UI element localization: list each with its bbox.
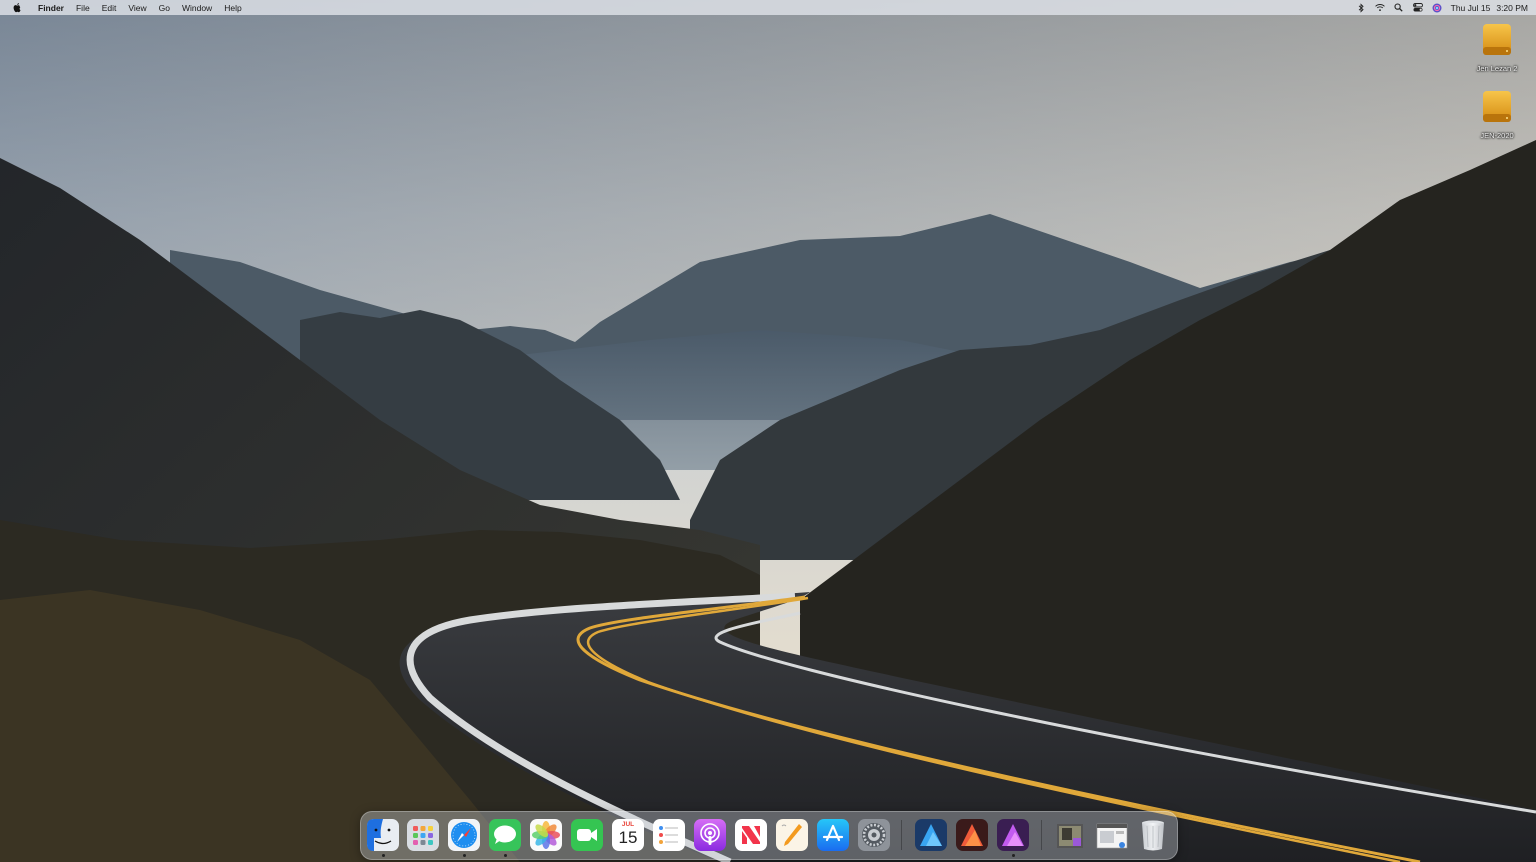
menu-bar: Finder File Edit View Go Window Help Thu… — [0, 0, 1536, 15]
dock-trash[interactable] — [1136, 818, 1170, 852]
safari-icon — [448, 819, 480, 851]
control-center-icon[interactable] — [1412, 3, 1423, 13]
affinity-publisher-icon — [956, 819, 988, 851]
dock-app-affinity-publisher[interactable] — [955, 818, 989, 852]
dock-app-launchpad[interactable] — [406, 818, 440, 852]
calendar-day: 15 — [618, 828, 638, 847]
clock-date: Thu Jul 15 — [1450, 2, 1491, 13]
dock: JUL 15 — [360, 811, 1178, 860]
pages-icon — [776, 819, 808, 851]
dock-app-app-store[interactable] — [816, 818, 850, 852]
news-icon — [735, 819, 767, 851]
wifi-icon[interactable] — [1374, 3, 1385, 13]
dock-app-reminders[interactable] — [652, 818, 686, 852]
app-store-icon — [817, 819, 849, 851]
finder-icon — [367, 819, 399, 851]
external-drive-icon — [1483, 91, 1511, 122]
running-indicator — [462, 854, 466, 857]
menu-app-name[interactable]: Finder — [32, 3, 70, 13]
desktop-icon-drive-1[interactable]: Jen Lezan 2 — [1467, 22, 1527, 73]
menu-help[interactable]: Help — [218, 3, 247, 13]
menu-go[interactable]: Go — [153, 3, 176, 13]
dock-app-pages[interactable] — [775, 818, 809, 852]
affinity-designer-icon — [915, 819, 947, 851]
bluetooth-icon[interactable] — [1356, 2, 1366, 13]
facetime-icon — [571, 819, 603, 851]
dock-app-podcasts[interactable] — [693, 818, 727, 852]
dock-app-messages[interactable] — [488, 818, 522, 857]
documents-stack-icon — [1096, 823, 1128, 849]
dock-app-finder[interactable] — [366, 818, 400, 857]
calendar-month: JUL — [621, 821, 635, 828]
system-preferences-icon — [858, 819, 890, 851]
apple-menu-icon[interactable] — [12, 2, 22, 13]
dock-app-affinity-photo[interactable] — [996, 818, 1030, 857]
spotlight-search-icon[interactable] — [1394, 3, 1404, 13]
desktop-icon-label: JEN-2020 — [1480, 131, 1514, 140]
dock-app-photos[interactable] — [529, 818, 563, 852]
desktop-icon-label: Jen Lezan 2 — [1476, 64, 1518, 73]
affinity-photo-icon — [997, 819, 1029, 851]
dock-stack-downloads[interactable] — [1054, 818, 1088, 852]
dock-stack-documents[interactable] — [1095, 818, 1129, 852]
menu-view[interactable]: View — [122, 3, 152, 13]
dock-app-facetime[interactable] — [570, 818, 604, 852]
menu-edit[interactable]: Edit — [96, 3, 123, 13]
messages-icon — [489, 819, 521, 851]
desktop-icon-drive-2[interactable]: JEN-2020 — [1467, 89, 1527, 140]
launchpad-icon — [407, 819, 439, 851]
running-indicator — [381, 854, 385, 857]
running-indicator — [1011, 854, 1015, 857]
dock-app-news[interactable] — [734, 818, 768, 852]
reminders-icon — [653, 819, 685, 851]
trash-icon — [1142, 820, 1164, 851]
photos-icon — [530, 819, 562, 851]
dock-app-safari[interactable] — [447, 818, 481, 857]
menu-file[interactable]: File — [70, 3, 96, 13]
dock-app-affinity-designer[interactable] — [914, 818, 948, 852]
podcasts-icon — [694, 819, 726, 851]
menu-bar-clock[interactable]: Thu Jul 15 3:20 PM — [1451, 3, 1528, 13]
clock-time: 3:20 PM — [1496, 2, 1528, 13]
dock-app-calendar[interactable]: JUL 15 — [611, 818, 645, 852]
desktop-wallpaper — [0, 0, 1536, 862]
running-indicator — [503, 854, 507, 857]
menu-window[interactable]: Window — [176, 3, 218, 13]
downloads-stack-icon — [1057, 824, 1083, 848]
siri-icon[interactable] — [1432, 3, 1442, 13]
dock-separator — [901, 820, 902, 850]
dock-separator — [1041, 820, 1042, 850]
external-drive-icon — [1483, 24, 1511, 55]
dock-app-system-preferences[interactable] — [857, 818, 891, 852]
